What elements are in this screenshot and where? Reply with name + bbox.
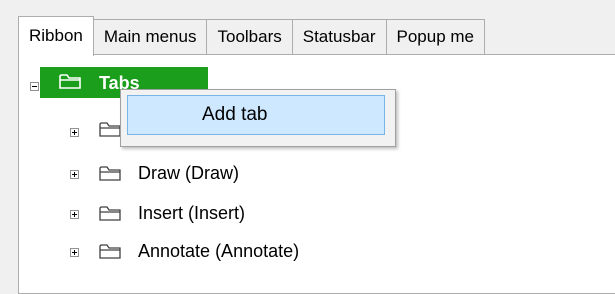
tree-node-annotate[interactable]: Annotate (Annotate): [138, 241, 299, 262]
expand-icon[interactable]: [70, 170, 79, 179]
collapse-icon[interactable]: [30, 82, 39, 91]
expand-icon[interactable]: [70, 128, 79, 137]
menu-item-label: Add tab: [202, 104, 268, 125]
folder-icon: [59, 74, 81, 89]
context-menu: Add tab: [120, 89, 396, 147]
folder-icon: [99, 244, 121, 259]
expand-icon[interactable]: [70, 210, 79, 219]
tree-node-insert[interactable]: Insert (Insert): [138, 203, 245, 224]
tree-node-draw[interactable]: Draw (Draw): [138, 163, 239, 184]
folder-icon: [99, 166, 121, 181]
tab-toolbars[interactable]: Toolbars: [207, 19, 293, 55]
tab-main-menus[interactable]: Main menus: [93, 19, 208, 55]
tab-popup-menus[interactable]: Popup me: [386, 19, 486, 55]
customize-window: Ribbon Main menus Toolbars Statusbar Pop…: [0, 0, 615, 294]
tab-ribbon[interactable]: Ribbon: [18, 16, 94, 56]
tab-strip: Ribbon Main menus Toolbars Statusbar Pop…: [18, 15, 486, 56]
folder-icon: [99, 206, 121, 221]
folder-icon: [99, 122, 121, 137]
expand-icon[interactable]: [70, 248, 79, 257]
tab-statusbar[interactable]: Statusbar: [292, 19, 387, 55]
menu-item-add-tab[interactable]: Add tab: [127, 95, 385, 135]
